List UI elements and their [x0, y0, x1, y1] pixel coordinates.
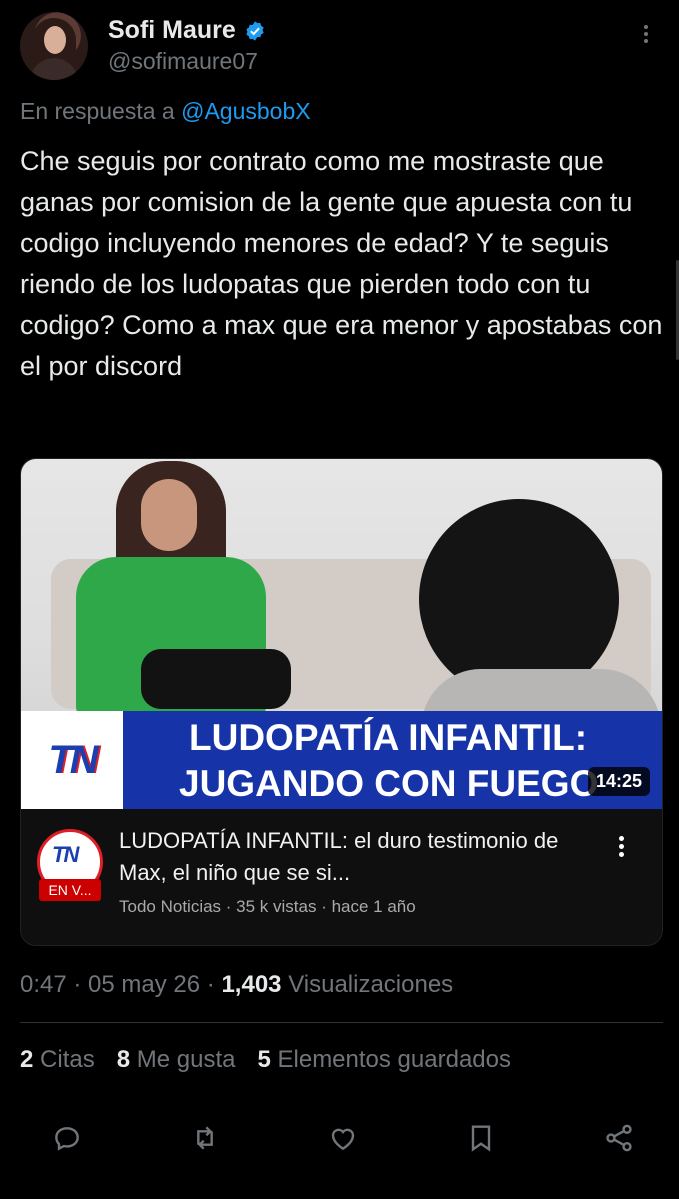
reply-mention-link[interactable]: @AgusbobX: [181, 98, 311, 124]
author-handle[interactable]: @sofimaure07: [108, 48, 258, 75]
more-options-icon[interactable]: [636, 22, 656, 52]
avatar[interactable]: [20, 12, 88, 80]
video-card[interactable]: TN LUDOPATÍA INFANTIL: JUGANDO CON FUEGO…: [20, 458, 663, 946]
name-row: Sofi Maure: [108, 16, 266, 45]
author-name[interactable]: Sofi Maure: [108, 16, 236, 45]
quotes-stat[interactable]: 2 Citas: [20, 1046, 95, 1074]
banner-headline-line2: JUGANDO CON FUEGO: [179, 763, 599, 804]
likes-stat[interactable]: 8 Me gusta: [117, 1046, 236, 1074]
views-label: Visualizaciones: [288, 971, 454, 998]
video-info: TN EN V... LUDOPATÍA INFANTIL: el duro t…: [21, 809, 662, 945]
divider: [20, 1022, 663, 1023]
video-meta: Todo Noticias · 35 k vistas · hace 1 año: [119, 897, 416, 916]
tweet-meta: 0:47 · 05 may 26 · 1,403 Visualizaciones: [20, 971, 454, 998]
verified-badge-icon: [246, 20, 264, 41]
retweet-icon[interactable]: [186, 1119, 224, 1157]
tweet-stats: 2 Citas 8 Me gusta 5 Elementos guardados: [20, 1046, 511, 1074]
video-duration: 14:25: [587, 767, 650, 796]
action-bar: [48, 1118, 638, 1158]
live-badge: EN V...: [39, 879, 101, 901]
reply-context: En respuesta a @AgusbobX: [20, 98, 311, 125]
video-more-icon[interactable]: [616, 833, 626, 860]
reply-prefix: En respuesta a: [20, 98, 175, 124]
banner-headline-line1: LUDOPATÍA INFANTIL:: [189, 717, 588, 758]
video-title[interactable]: LUDOPATÍA INFANTIL: el duro testimonio d…: [119, 825, 589, 889]
video-thumbnail[interactable]: TN LUDOPATÍA INFANTIL: JUGANDO CON FUEGO…: [21, 459, 662, 809]
views-count: 1,403: [221, 971, 282, 998]
news-banner: TN LUDOPATÍA INFANTIL: JUGANDO CON FUEGO…: [21, 711, 662, 809]
tweet-date[interactable]: 05 may 26: [88, 971, 200, 998]
tweet-text: Che seguis por contrato como me mostrast…: [20, 146, 663, 381]
tn-logo: TN: [21, 711, 123, 809]
bookmark-icon[interactable]: [462, 1119, 500, 1157]
bookmarks-stat[interactable]: 5 Elementos guardados: [257, 1046, 511, 1074]
reply-icon[interactable]: [48, 1119, 86, 1157]
share-icon[interactable]: [600, 1119, 638, 1157]
like-icon[interactable]: [324, 1119, 362, 1157]
tweet-header: Sofi Maure @sofimaure07: [20, 12, 660, 82]
tweet-time[interactable]: 0:47: [20, 971, 67, 998]
